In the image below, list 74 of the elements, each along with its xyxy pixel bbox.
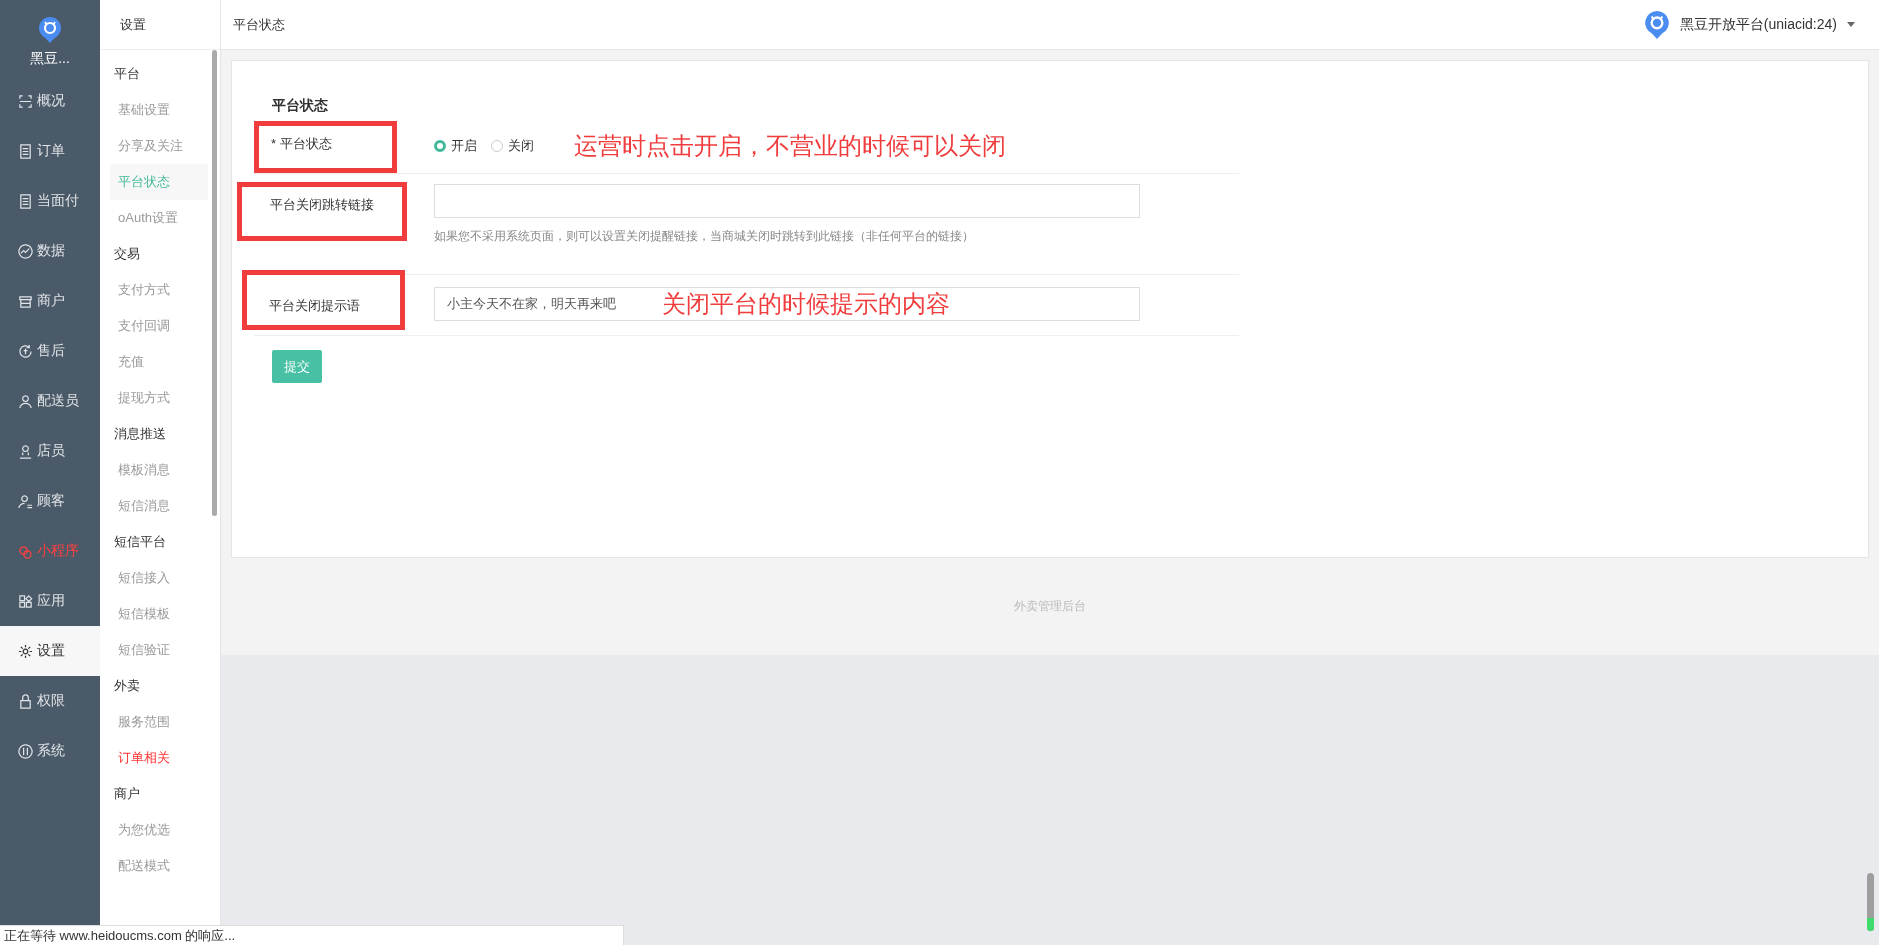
submenu-item[interactable]: 充值 (110, 344, 208, 380)
submenu-heading: 平台 (113, 65, 141, 83)
nav-item[interactable]: 当面付 (0, 176, 100, 226)
settings-icon (18, 643, 33, 659)
submenu-item[interactable]: 模板消息 (110, 452, 208, 488)
submenu-heading: 短信平台 (113, 533, 167, 551)
brand-name: 黑豆... (30, 50, 70, 68)
radio-option[interactable]: 关闭 (491, 137, 534, 155)
nav-item[interactable]: 订单 (0, 126, 100, 176)
nav-item[interactable]: 商户 (0, 276, 100, 326)
submenu-item[interactable]: 支付方式 (110, 272, 208, 308)
submenu-item[interactable]: 提现方式 (110, 380, 208, 416)
scrollbar[interactable] (212, 50, 217, 516)
scroll-indicator (1867, 873, 1874, 931)
submenu-item[interactable]: 订单相关 (110, 740, 208, 776)
lock-icon (18, 693, 33, 709)
user-icon (18, 393, 33, 409)
dashboard-icon (18, 93, 33, 109)
annotation-text: 关闭平台的时候提示的内容 (662, 289, 950, 319)
radio-label: 开启 (451, 137, 477, 155)
annotation-text: 运营时点击开启，不营业的时候可以关闭 (574, 131, 1006, 161)
submenu-heading: 外卖 (113, 677, 141, 695)
breadcrumb: 平台状态 (233, 15, 285, 34)
list-icon (18, 143, 33, 159)
submit-button[interactable]: 提交 (272, 350, 322, 383)
submenu-item[interactable]: 支付回调 (110, 308, 208, 344)
nav-item[interactable]: 系统 (0, 726, 100, 776)
field-label: * 平台状态 (271, 136, 332, 151)
submenu-item[interactable]: 服务范围 (110, 704, 208, 740)
submenu-heading: 商户 (113, 785, 141, 803)
nav-item[interactable]: 售后 (0, 326, 100, 376)
help-text: 如果您不采用系统页面，则可以设置关闭提醒链接，当商城关闭时跳转到此链接（非任何平台的链接） (434, 228, 975, 245)
nav-item[interactable]: 小程序 (0, 526, 100, 576)
radio-option[interactable]: 开启 (434, 137, 477, 155)
logo-icon (1643, 9, 1670, 40)
section-title: 平台状态 (272, 97, 329, 115)
nav-item[interactable]: 概况 (0, 76, 100, 126)
caret-icon[interactable] (1847, 22, 1855, 27)
submenu-item[interactable]: 为您优选 (110, 812, 208, 848)
text-field[interactable] (434, 184, 1140, 218)
store-icon (18, 293, 33, 309)
nav-item[interactable]: 应用 (0, 576, 100, 626)
list-icon (18, 193, 33, 209)
nav-item[interactable]: 顾客 (0, 476, 100, 526)
user-icon (18, 493, 33, 509)
submenu-item[interactable]: 分享及关注 (110, 128, 208, 164)
nav-item[interactable]: 设置 (0, 626, 100, 676)
nav-item[interactable]: 权限 (0, 676, 100, 726)
radio-label: 关闭 (508, 137, 534, 155)
nav-item[interactable]: 数据 (0, 226, 100, 276)
logo-icon (38, 16, 62, 44)
submenu-title: 设置 (100, 0, 220, 50)
apps-icon (18, 593, 33, 609)
nav-item[interactable]: 店员 (0, 426, 100, 476)
status-text: 正在等待 www.heidoucms.com 的响应... (4, 928, 236, 943)
field-label: 平台关闭跳转链接 (270, 197, 374, 212)
user-icon (18, 443, 33, 459)
submenu-item[interactable]: 基础设置 (110, 92, 208, 128)
refresh-icon (18, 343, 33, 359)
submenu-item[interactable]: 短信模板 (110, 596, 208, 632)
submenu-item[interactable]: 短信验证 (110, 632, 208, 668)
submenu-heading: 消息推送 (113, 425, 167, 443)
submenu-item[interactable]: oAuth设置 (110, 200, 208, 236)
submenu-item[interactable]: 配送模式 (110, 848, 208, 884)
radio-icon[interactable] (434, 140, 446, 152)
nav-item[interactable]: 配送员 (0, 376, 100, 426)
account-menu[interactable]: 黑豆开放平台(uniacid:24) (1679, 15, 1837, 34)
submenu-item[interactable]: 平台状态 (110, 164, 208, 200)
submenu-item[interactable]: 短信消息 (110, 488, 208, 524)
chart-icon (18, 243, 33, 259)
submenu-heading: 交易 (113, 245, 141, 263)
field-label: 平台关闭提示语 (269, 298, 360, 313)
circles-icon (18, 543, 33, 559)
submenu-item[interactable]: 短信接入 (110, 560, 208, 596)
